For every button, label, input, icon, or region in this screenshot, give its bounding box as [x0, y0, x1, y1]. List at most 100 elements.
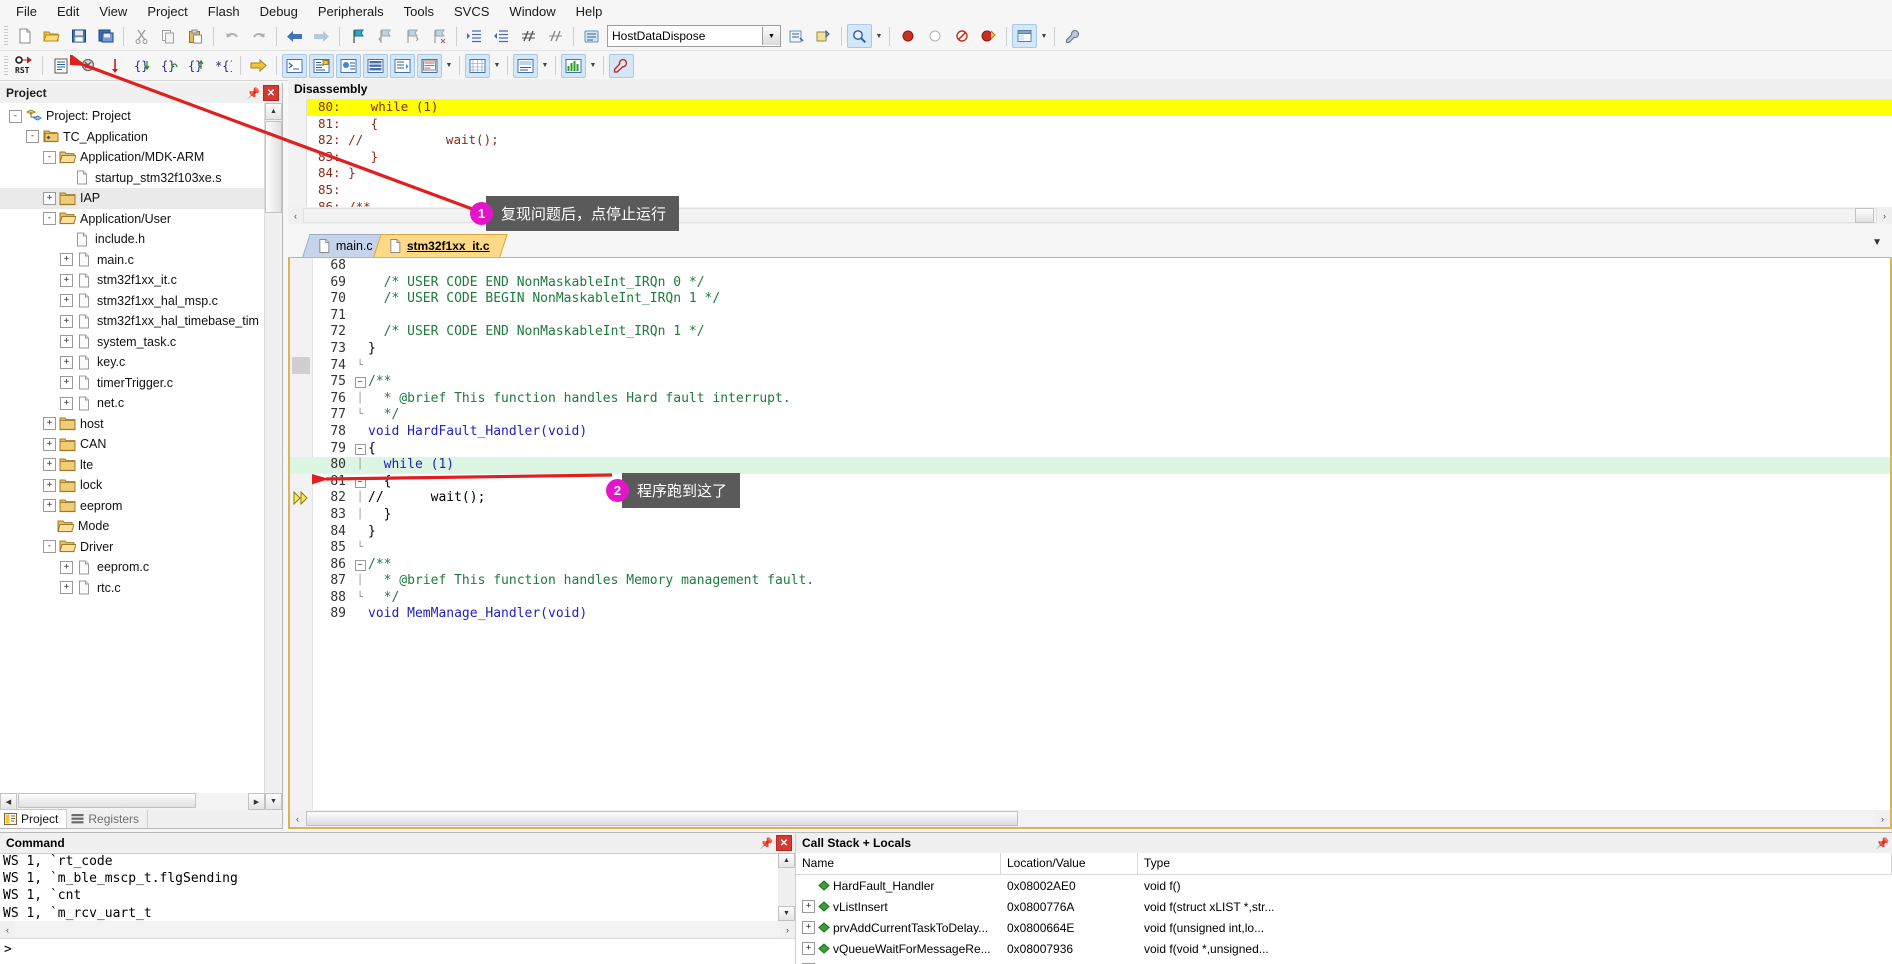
fold-marker[interactable]: │ [352, 490, 368, 507]
analysis-chevron-icon[interactable]: ▼ [587, 55, 599, 77]
scroll-left-icon[interactable]: ‹ [288, 207, 303, 224]
fold-marker[interactable]: − [352, 374, 368, 391]
project-tree[interactable]: - Project: Project - TC_Application - Applica… [0, 103, 265, 793]
pin-icon[interactable]: 📌 [247, 87, 261, 100]
callstack-row[interactable]: + prvAddCurrentTaskToDelay... 0x0800664E vo… [796, 917, 1892, 938]
fold-marker[interactable] [352, 524, 368, 541]
target-options-icon[interactable] [579, 24, 604, 48]
tree-expander[interactable]: + [43, 458, 56, 472]
row-expander[interactable]: + [802, 942, 815, 955]
tree-item[interactable]: + stm32f1xx_hal_msp.c [0, 291, 265, 312]
tree-item[interactable]: - TC_Application [0, 127, 265, 148]
serial-chevron-icon[interactable]: ▼ [539, 55, 551, 77]
redo-icon[interactable] [246, 24, 271, 48]
menu-item-tools[interactable]: Tools [394, 2, 444, 21]
project-tree-vscrollbar[interactable]: ▲ [264, 103, 282, 793]
outdent-icon[interactable] [489, 24, 514, 48]
window-layout-icon[interactable] [1012, 24, 1037, 48]
uncomment-icon[interactable] [543, 24, 568, 48]
scroll-down-icon[interactable]: ▼ [265, 793, 282, 810]
callstack-row[interactable]: HardFault_Handler 0x08002AE0 void f() [796, 875, 1892, 896]
tree-item[interactable]: - Application/MDK-ARM [0, 147, 265, 168]
step-out-icon[interactable]: {} [183, 54, 208, 78]
tree-item[interactable]: + eeprom [0, 496, 265, 517]
tree-item[interactable]: - Driver [0, 537, 265, 558]
menu-item-help[interactable]: Help [566, 2, 613, 21]
trace-window-icon[interactable] [48, 54, 73, 78]
tree-expander[interactable]: + [60, 376, 73, 390]
run-to-main-icon[interactable] [102, 54, 127, 78]
column-header-location-value[interactable]: Location/Value [1001, 853, 1138, 874]
fold-marker[interactable]: − [352, 557, 368, 574]
row-expander[interactable]: + [802, 900, 815, 913]
menu-item-view[interactable]: View [89, 2, 137, 21]
tree-expander[interactable]: + [60, 314, 73, 328]
scroll-down-icon[interactable]: ▼ [778, 906, 795, 921]
find-in-files-icon[interactable] [847, 24, 872, 48]
pin-icon[interactable]: 📌 [1876, 837, 1890, 850]
tree-expander[interactable]: + [43, 417, 56, 431]
fold-marker[interactable] [352, 308, 368, 325]
call-stack-window-icon[interactable] [390, 53, 415, 78]
chevron-down-icon[interactable]: ▼ [762, 27, 780, 45]
target-selector[interactable]: HostDataDispose ▼ [607, 25, 781, 47]
project-tree-hscrollbar[interactable]: ◀ ▶ ▼ [0, 793, 282, 810]
reset-cpu-icon[interactable]: RST [12, 54, 37, 78]
forward-icon[interactable] [309, 24, 334, 48]
menu-item-file[interactable]: File [6, 2, 47, 21]
tree-item[interactable]: + lte [0, 455, 265, 476]
panel-tab-registers[interactable]: Registers [67, 810, 149, 828]
fold-marker[interactable] [352, 291, 368, 308]
disable-breakpoints-icon[interactable] [949, 24, 974, 48]
editor-hscroll-thumb[interactable] [306, 811, 1018, 826]
scroll-up-icon[interactable]: ▲ [778, 853, 795, 868]
column-header-name[interactable]: Name [796, 853, 1001, 874]
menu-item-flash[interactable]: Flash [198, 2, 250, 21]
back-icon[interactable] [282, 24, 307, 48]
disassembly-window-icon[interactable] [309, 53, 334, 78]
tree-item[interactable]: + net.c [0, 393, 265, 414]
fold-marker[interactable] [352, 424, 368, 441]
tree-item[interactable]: + eeprom.c [0, 557, 265, 578]
step-over-icon[interactable]: {} [156, 54, 181, 78]
fold-marker[interactable] [352, 324, 368, 341]
scroll-left-icon[interactable]: ‹ [0, 925, 15, 935]
fold-marker[interactable]: − [352, 474, 368, 491]
editor-text-area[interactable]: 68 69 /* USER CODE END NonMaskableInt_IRQ… [290, 258, 1890, 810]
tree-item[interactable]: + IAP [0, 188, 265, 209]
save-icon[interactable] [66, 24, 91, 48]
tree-item[interactable]: + stm32f1xx_it.c [0, 270, 265, 291]
menu-item-svcs[interactable]: SVCS [444, 2, 499, 21]
tree-expander[interactable]: + [43, 499, 56, 513]
tree-expander[interactable]: + [60, 294, 73, 308]
tree-expander[interactable]: + [43, 437, 56, 451]
tree-item[interactable]: + host [0, 414, 265, 435]
memory-window-icon[interactable] [465, 53, 490, 78]
tree-item[interactable]: + stm32f1xx_hal_timebase_tim [0, 311, 265, 332]
tree-item[interactable]: startup_stm32f103xe.s [0, 168, 265, 189]
scroll-left-icon[interactable]: ‹ [290, 810, 305, 827]
tab-list-chevron-icon[interactable]: ▼ [1872, 237, 1882, 248]
disasm-hscroll-thumb[interactable] [1855, 208, 1874, 223]
fold-marker[interactable] [352, 275, 368, 292]
tree-expander[interactable]: - [9, 109, 22, 123]
serial-window-icon[interactable] [513, 53, 538, 78]
tree-expander[interactable]: + [60, 335, 73, 349]
scroll-right-icon[interactable]: › [1877, 207, 1892, 224]
utilities-icon[interactable] [1060, 24, 1085, 48]
tree-expander[interactable]: + [60, 253, 73, 267]
manage-components-icon[interactable] [811, 24, 836, 48]
paste-icon[interactable] [183, 24, 208, 48]
callstack-table[interactable]: Name Location/Value Type HardFault_Handler… [796, 853, 1892, 964]
fold-marker[interactable]: └ [352, 358, 368, 375]
scroll-up-icon[interactable]: ▲ [265, 103, 282, 120]
tree-expander[interactable]: - [43, 212, 56, 226]
tree-item[interactable]: + system_task.c [0, 332, 265, 353]
scroll-right-icon[interactable]: ▶ [248, 793, 265, 810]
tree-item[interactable]: - Application/User [0, 209, 265, 230]
callstack-row[interactable]: +prvProcessExpiredTimer0x08006B22void f(… [796, 959, 1892, 964]
fold-marker[interactable] [352, 606, 368, 623]
tree-expander[interactable]: + [43, 191, 56, 205]
tree-expander[interactable]: + [60, 396, 73, 410]
panel-tab-project[interactable]: Project [0, 809, 68, 828]
